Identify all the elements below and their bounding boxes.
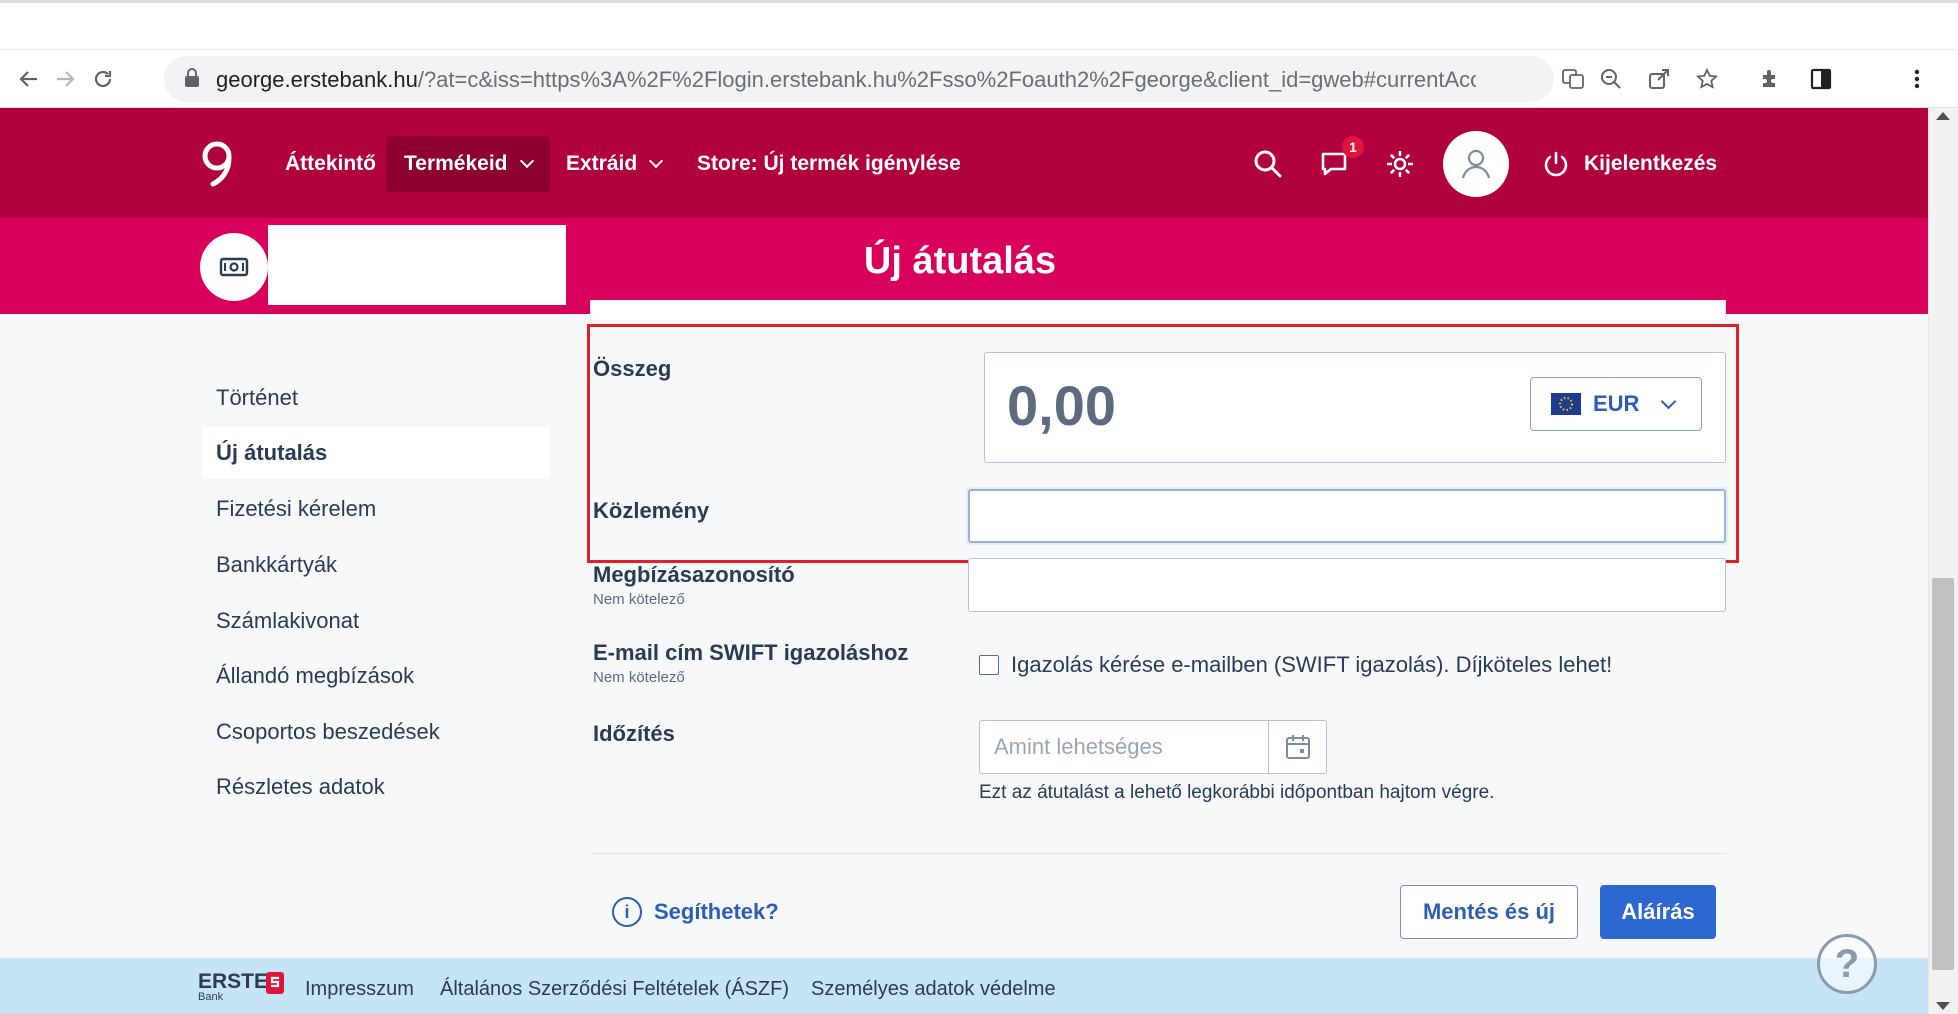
bookmark-star-icon[interactable]	[1692, 64, 1722, 94]
chevron-down-icon	[519, 153, 534, 169]
nav-store-label: Store: Új termék igénylése	[697, 152, 961, 175]
help-fab-button[interactable]: ?	[1817, 934, 1877, 994]
zoom-out-icon[interactable]	[1596, 64, 1626, 94]
user-avatar[interactable]	[1443, 131, 1509, 197]
chevron-down-icon	[1661, 393, 1677, 409]
logout-link[interactable]: Kijelentkezés	[1584, 136, 1717, 192]
timing-hint: Ezt az átutalást a lehető legkorábbi idő…	[979, 782, 1495, 803]
translate-icon[interactable]	[1558, 64, 1588, 94]
message-label: Közlemény	[593, 498, 710, 523]
swift-confirmation-label[interactable]: Igazolás kérése e-mailben (SWIFT igazolá…	[1011, 652, 1612, 678]
sidebar-item-bank-cards[interactable]: Bankkártyák	[202, 539, 550, 591]
messages-badge: 1	[1342, 136, 1364, 158]
george-logo[interactable]	[198, 136, 240, 192]
scroll-down-arrow-icon[interactable]	[1936, 1002, 1950, 1010]
nav-extras-label: Extráid	[566, 152, 638, 175]
erste-logo[interactable]: ERSTE Bank	[198, 970, 268, 1003]
url-text: george.erstebank.hu/?at=c&iss=https%3A%2…	[216, 67, 1476, 92]
footer-link-terms[interactable]: Általános Szerződési Feltételek (ÁSZF)	[440, 978, 789, 1001]
form-divider	[590, 853, 1726, 854]
reload-icon[interactable]	[88, 64, 118, 94]
timing-label: Időzítés	[593, 721, 675, 746]
lock-icon	[185, 68, 199, 87]
sidebar-item-details[interactable]: Részletes adatok	[202, 761, 550, 813]
tabstrip-border	[0, 0, 1958, 3]
scroll-up-arrow-icon[interactable]	[1936, 112, 1950, 120]
footer-link-imprint[interactable]: Impresszum	[305, 978, 414, 1001]
power-icon[interactable]	[1534, 142, 1578, 186]
swift-confirmation-checkbox[interactable]	[979, 655, 999, 675]
sidebar-item-statements[interactable]: Számlakivonat	[202, 595, 550, 647]
page-title: Új átutalás	[863, 240, 1057, 282]
calendar-button[interactable]	[1268, 720, 1327, 774]
account-name-redacted	[268, 225, 566, 305]
sidebar-item-standing-orders[interactable]: Állandó megbízások	[202, 650, 550, 702]
nav-products[interactable]: Termékeid	[386, 136, 550, 192]
swift-email-optional-note: Nem kötelező	[593, 669, 685, 686]
nav-extras[interactable]: Extráid	[566, 136, 664, 192]
currency-value: EUR	[1593, 391, 1640, 416]
amount-label: Összeg	[593, 356, 672, 381]
browser-tabstrip	[0, 0, 1958, 50]
banknote-icon	[219, 257, 249, 277]
eu-flag-icon	[1551, 393, 1581, 415]
message-input[interactable]	[968, 489, 1726, 543]
browser-toolbar: george.erstebank.hu/?at=c&iss=https%3A%2…	[0, 50, 1958, 108]
help-link-label: Segíthetek?	[654, 899, 779, 924]
swift-email-label: E-mail cím SWIFT igazoláshoz	[593, 640, 909, 665]
browser-menu-icon[interactable]	[1902, 64, 1932, 94]
footer-link-privacy[interactable]: Személyes adatok védelme	[811, 978, 1056, 1001]
sign-button[interactable]: Aláírás	[1600, 885, 1716, 939]
side-panel-icon[interactable]	[1806, 64, 1836, 94]
user-icon	[1461, 149, 1491, 179]
sidebar-item-new-transfer[interactable]: Új átutalás	[202, 427, 550, 479]
sidebar-item-history[interactable]: Történet	[202, 372, 550, 424]
reference-optional-note: Nem kötelező	[593, 591, 685, 608]
save-and-new-button[interactable]: Mentés és új	[1400, 885, 1578, 939]
account-badge	[200, 233, 268, 301]
main-navigation: Áttekintő Termékeid Extráid Store: Új te…	[0, 108, 1928, 218]
nav-overview-label: Áttekintő	[285, 152, 376, 175]
chevron-down-icon	[649, 153, 664, 169]
sidebar-item-payment-request[interactable]: Fizetési kérelem	[202, 483, 550, 535]
erste-s-mark-icon	[266, 972, 284, 994]
share-icon[interactable]	[1644, 64, 1674, 94]
sidebar-item-direct-debits[interactable]: Csoportos beszedések	[202, 706, 550, 758]
settings-gear-icon[interactable]	[1378, 142, 1422, 186]
calendar-icon	[1285, 735, 1310, 759]
currency-select[interactable]: EUR	[1530, 377, 1702, 431]
timing-field	[979, 720, 1327, 774]
forward-icon[interactable]	[50, 64, 80, 94]
extensions-icon[interactable]	[1756, 64, 1786, 94]
nav-products-label: Termékeid	[404, 152, 508, 175]
amount-field[interactable]: 0,00 EUR	[984, 352, 1726, 463]
reference-label: Megbízásazonosító	[593, 562, 795, 587]
back-icon[interactable]	[14, 64, 44, 94]
scrollbar-thumb[interactable]	[1932, 578, 1954, 970]
info-icon: i	[612, 897, 642, 927]
logout-label: Kijelentkezés	[1584, 152, 1718, 175]
search-icon[interactable]	[1246, 142, 1290, 186]
address-bar[interactable]: george.erstebank.hu/?at=c&iss=https%3A%2…	[164, 56, 1584, 102]
erste-logo-text: ERSTE	[198, 970, 269, 993]
help-link[interactable]: i Segíthetek?	[612, 896, 779, 928]
timing-input[interactable]	[979, 720, 1269, 774]
previous-field-card	[590, 300, 1726, 320]
reference-input[interactable]	[968, 558, 1726, 612]
nav-overview[interactable]: Áttekintő	[285, 136, 376, 192]
nav-store[interactable]: Store: Új termék igénylése	[697, 136, 961, 192]
amount-value[interactable]: 0,00	[1007, 373, 1116, 438]
